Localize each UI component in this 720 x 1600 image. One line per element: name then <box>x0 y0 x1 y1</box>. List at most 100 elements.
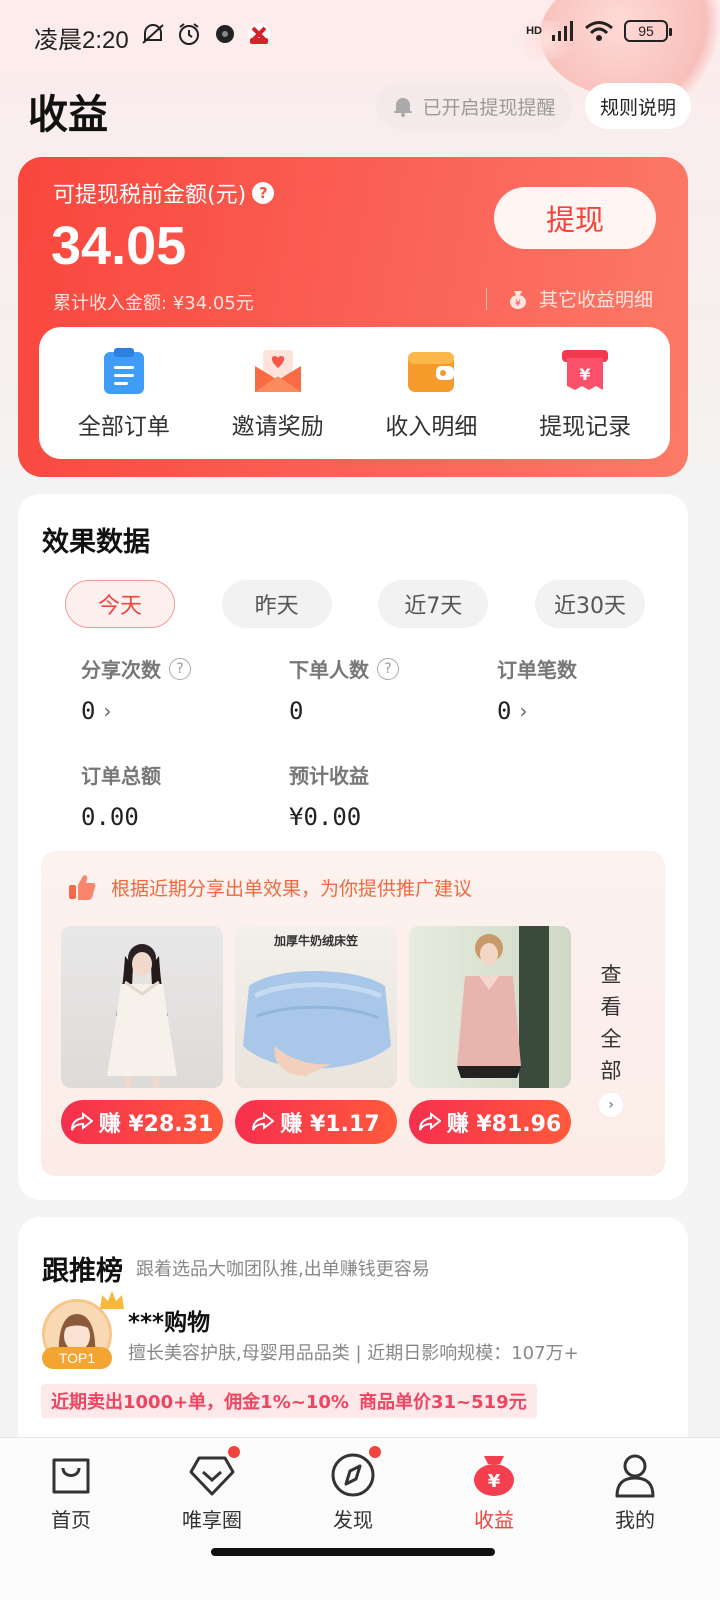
shortcut-income-detail-label: 收入明细 <box>385 414 478 440</box>
mute-icon <box>142 24 164 44</box>
help-icon[interactable]: ? <box>252 182 275 204</box>
divider <box>486 287 487 310</box>
status-time: 凌晨2:20 <box>34 27 129 54</box>
money-bag-icon: ¥ <box>474 1456 514 1496</box>
share-earn-button[interactable]: 赚 ¥81.96 <box>409 1100 571 1144</box>
tab-circle[interactable]: 唯享圈 <box>162 1446 262 1533</box>
metric-buyers: 下单人数? 0 <box>289 654 399 725</box>
tab-mine-label: 我的 <box>615 1508 655 1532</box>
suggestion-header: 根据近期分享出单效果，为你提供推广建议 <box>67 873 472 901</box>
product-image-coat[interactable] <box>409 926 571 1088</box>
cumulative-income: 累计收入金额: ¥34.05元 <box>53 293 254 314</box>
signal-icon <box>552 21 573 41</box>
period-tab-yesterday[interactable]: 昨天 <box>221 580 332 628</box>
shortcut-invite-rewards-label: 邀请奖励 <box>231 414 324 440</box>
metric-estimated-earnings: 预计收益 ¥0.00 <box>289 760 369 831</box>
share-icon <box>252 1112 275 1131</box>
metric-orders-value: 0 <box>497 697 512 725</box>
product-image-bedsheet[interactable]: 加厚牛奶绒床笠 <box>235 926 397 1088</box>
help-icon[interactable]: ? <box>377 657 399 680</box>
product-earn-amount: 赚 ¥81.96 <box>446 1112 562 1137</box>
shop-name[interactable]: ***购物 <box>128 1303 210 1337</box>
share-earn-button[interactable]: 赚 ¥1.17 <box>235 1100 397 1144</box>
shortcut-income-detail[interactable]: 收入明细 <box>356 345 506 441</box>
wallet-icon <box>405 345 457 397</box>
help-icon[interactable]: ? <box>169 657 191 680</box>
metric-buyers-value: 0 <box>289 697 304 725</box>
yuan-receipt-icon: ¥ <box>559 345 611 397</box>
withdraw-reminder-label: 已开启提现提醒 <box>422 96 556 119</box>
metric-total-value: 0.00 <box>81 803 139 831</box>
product-list: 赚 ¥28.31 加厚牛奶绒床笠 赚 ¥1.17 赚 ¥81.96 <box>61 926 571 1144</box>
withdraw-reminder-button[interactable]: 已开启提现提醒 <box>376 83 572 129</box>
status-right: HD 95 <box>526 20 672 42</box>
metric-estimate-label: 预计收益 <box>289 764 369 788</box>
product-card[interactable]: 加厚牛奶绒床笠 赚 ¥1.17 <box>235 926 397 1144</box>
tab-discover[interactable]: 发现 <box>303 1446 403 1533</box>
tab-earnings-label: 收益 <box>474 1508 514 1532</box>
home-indicator[interactable] <box>211 1548 495 1556</box>
shop-description: 擅长美容护肤,母婴用品品类 | 近期日影响规模：107万+ <box>128 1343 579 1364</box>
sales-tag: 近期卖出1000+单，佣金1%~10% <box>41 1384 359 1418</box>
tab-circle-label: 唯享圈 <box>182 1508 242 1532</box>
share-icon <box>418 1112 441 1131</box>
period-tab-today[interactable]: 今天 <box>65 580 175 628</box>
withdraw-button[interactable]: 提现 <box>494 187 656 249</box>
share-earn-button[interactable]: 赚 ¥28.31 <box>61 1100 223 1144</box>
tab-home[interactable]: 首页 <box>21 1452 121 1533</box>
product-image-dress[interactable] <box>61 926 223 1088</box>
person-icon <box>615 1454 655 1498</box>
crown-icon <box>100 1291 124 1309</box>
chevron-right-icon: › <box>599 1093 623 1117</box>
metric-orders-label: 订单笔数 <box>497 658 577 682</box>
other-income-detail-link[interactable]: ¥ 其它收益明细 <box>486 285 653 312</box>
clipboard-icon <box>98 345 150 397</box>
price-tag: 商品单价31~519元 <box>349 1384 537 1418</box>
camera-app-icon <box>216 25 234 43</box>
product-card[interactable]: 赚 ¥28.31 <box>61 926 223 1144</box>
rank-badge: TOP1 <box>42 1347 112 1369</box>
page-title: 收益 <box>28 92 108 138</box>
performance-title: 效果数据 <box>42 527 150 558</box>
shortcut-withdraw-records-label: 提现记录 <box>539 414 632 440</box>
shortcut-invite-rewards[interactable]: 邀请奖励 <box>203 345 353 441</box>
diamond-chat-icon <box>189 1456 235 1496</box>
notification-dot <box>228 1446 240 1458</box>
share-icon <box>70 1112 93 1131</box>
view-all-char: 查 <box>600 963 622 987</box>
view-all-char: 部 <box>600 1059 622 1083</box>
withdrawable-label: 可提现税前金额(元) <box>53 183 247 208</box>
bag-icon <box>52 1458 90 1494</box>
shortcut-panel: 全部订单 邀请奖励 收入明细 ¥ 提现记录 <box>39 327 670 459</box>
metric-shares[interactable]: 分享次数? 0 › <box>81 654 191 725</box>
view-all-button[interactable]: 查 看 全 部 › <box>597 959 625 1117</box>
product-image-caption: 加厚牛奶绒床笠 <box>273 934 358 948</box>
thumbs-up-icon <box>69 875 96 900</box>
follow-ranking-subtitle: 跟着选品大咖团队推,出单赚钱更容易 <box>136 1259 430 1280</box>
earnings-card: 可提现税前金额(元) ? 34.05 累计收入金额: ¥34.05元 提现 ¥ … <box>18 157 688 477</box>
suggestion-text: 根据近期分享出单效果，为你提供推广建议 <box>111 877 473 900</box>
alarm-icon <box>179 23 199 45</box>
metric-buyers-label: 下单人数 <box>289 658 369 682</box>
shortcut-all-orders-label: 全部订单 <box>77 414 170 440</box>
metric-total-label: 订单总额 <box>81 764 161 788</box>
money-bag-small-icon: ¥ <box>510 290 526 309</box>
period-tab-30days[interactable]: 近30天 <box>534 580 645 628</box>
product-card[interactable]: 赚 ¥81.96 <box>409 926 571 1144</box>
shortcut-all-orders[interactable]: 全部订单 <box>49 345 199 441</box>
svg-text:¥: ¥ <box>515 299 521 309</box>
rules-button[interactable]: 规则说明 <box>585 83 691 129</box>
metric-shares-value: 0 <box>81 697 96 725</box>
promotion-suggestion-panel: 根据近期分享出单效果，为你提供推广建议 赚 ¥28.31 加厚牛奶绒床笠 赚 ¥… <box>41 851 665 1176</box>
chevron-right-icon: › <box>519 699 528 723</box>
shortcut-withdraw-records[interactable]: ¥ 提现记录 <box>510 345 660 441</box>
tab-earnings[interactable]: ¥ 收益 <box>444 1452 544 1533</box>
period-tab-7days[interactable]: 近7天 <box>378 580 489 628</box>
metric-orders[interactable]: 订单笔数 0 › <box>497 654 577 725</box>
wifi-icon <box>585 21 613 41</box>
chevron-right-icon: › <box>103 699 112 723</box>
tab-mine[interactable]: 我的 <box>585 1452 685 1533</box>
product-earn-amount: 赚 ¥1.17 <box>280 1112 380 1137</box>
envelope-icon <box>252 345 304 397</box>
view-all-char: 看 <box>600 995 622 1019</box>
